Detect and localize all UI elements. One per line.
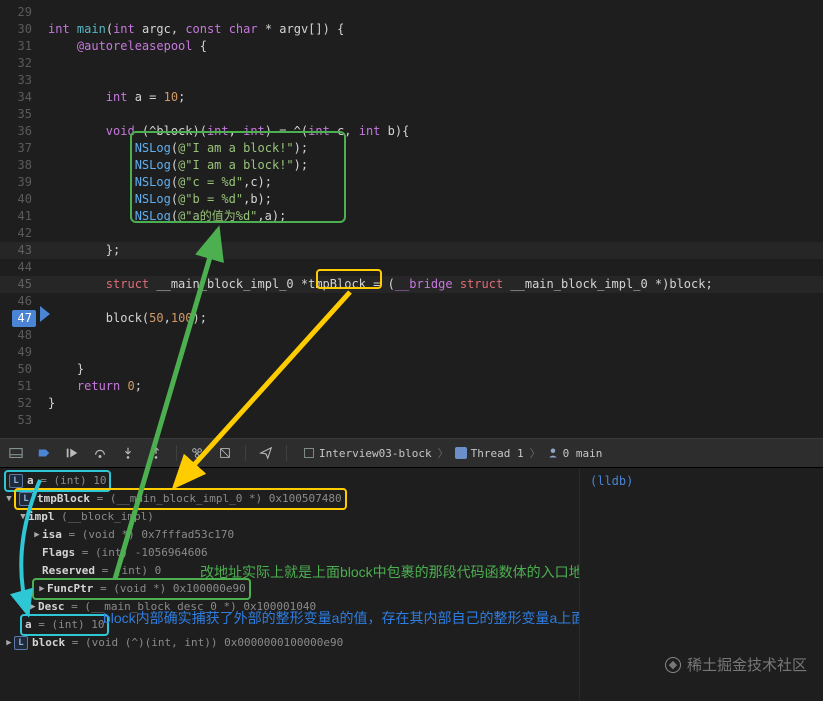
watermark-text: 稀土掘金技术社区 <box>687 654 807 675</box>
continue-icon[interactable] <box>64 445 80 461</box>
thread-icon <box>455 447 467 459</box>
memory-graph-icon[interactable] <box>217 445 233 461</box>
watermark-icon: ◆ <box>665 657 681 673</box>
var-a-inner-name: a <box>25 616 32 634</box>
disclosure-triangle[interactable]: ▶ <box>32 526 42 544</box>
local-var-icon: L <box>14 636 28 650</box>
line-gutter: 2930313233343536373839404142434445464748… <box>0 0 40 438</box>
disclosure-triangle[interactable]: ▶ <box>37 580 47 598</box>
annotation-text-blue: block内部确实捕获了外部的整形变量a的值，存在其内部自己的整形变量a上面 <box>103 608 580 628</box>
breadcrumb-thread: Thread 1 <box>471 447 524 460</box>
disclosure-triangle[interactable]: ▶ <box>4 634 14 652</box>
breadcrumb-project: Interview03-block <box>319 447 432 460</box>
local-var-icon: L <box>19 492 33 506</box>
var-funcptr-name: FuncPtr <box>47 580 93 598</box>
var-block-name: block <box>32 634 65 652</box>
disclosure-triangle[interactable]: ▼ <box>18 508 28 526</box>
var-flags-name: Flags <box>42 544 75 562</box>
watermark: ◆ 稀土掘金技术社区 <box>665 654 807 675</box>
var-isa-name: isa <box>42 526 62 544</box>
step-into-icon[interactable] <box>120 445 136 461</box>
var-flags-val: = (int) -1056964606 <box>75 544 207 562</box>
var-a-inner-val: = (int) 10 <box>32 616 105 634</box>
step-over-icon[interactable] <box>92 445 108 461</box>
location-icon[interactable] <box>258 445 274 461</box>
var-isa-val: = (void *) 0x7fffad53c170 <box>62 526 234 544</box>
breakpoints-icon[interactable] <box>36 445 52 461</box>
var-block-val: = (void (^)(int, int)) 0x0000000100000e9… <box>65 634 343 652</box>
code-editor[interactable]: 2930313233343536373839404142434445464748… <box>0 0 823 438</box>
var-tmpblock-val: = (__main_block_impl_0 *) 0x100507480 <box>90 490 342 508</box>
step-out-icon[interactable] <box>148 445 164 461</box>
annotation-text-green: 改地址实际上就是上面block中包裹的那段代码函数体的入口地址 <box>200 562 580 582</box>
var-funcptr-val: = (void *) 0x100000e90 <box>93 580 245 598</box>
code-area[interactable]: int main(int argc, const char * argv[]) … <box>40 0 823 438</box>
person-icon <box>547 447 559 459</box>
var-tmpblock-name: tmpBlock <box>37 490 90 508</box>
hide-debug-icon[interactable] <box>8 445 24 461</box>
console-prompt: (lldb) <box>590 474 633 488</box>
debug-view-icon[interactable] <box>189 445 205 461</box>
var-impl-name: impl <box>28 508 55 526</box>
breadcrumb-frame: 0 main <box>563 447 603 460</box>
local-var-icon: L <box>9 474 23 488</box>
disclosure-triangle[interactable]: ▼ <box>4 490 14 508</box>
variables-view[interactable]: L a = (int) 10 ▼ L tmpBlock = (__main_bl… <box>0 468 580 701</box>
current-line-marker <box>40 306 50 322</box>
debug-toolbar: Interview03-block 〉 Thread 1 〉 0 main <box>0 438 823 468</box>
var-impl-val: (__block_impl) <box>55 508 154 526</box>
debug-breadcrumb[interactable]: Interview03-block 〉 Thread 1 〉 0 main <box>303 445 602 461</box>
